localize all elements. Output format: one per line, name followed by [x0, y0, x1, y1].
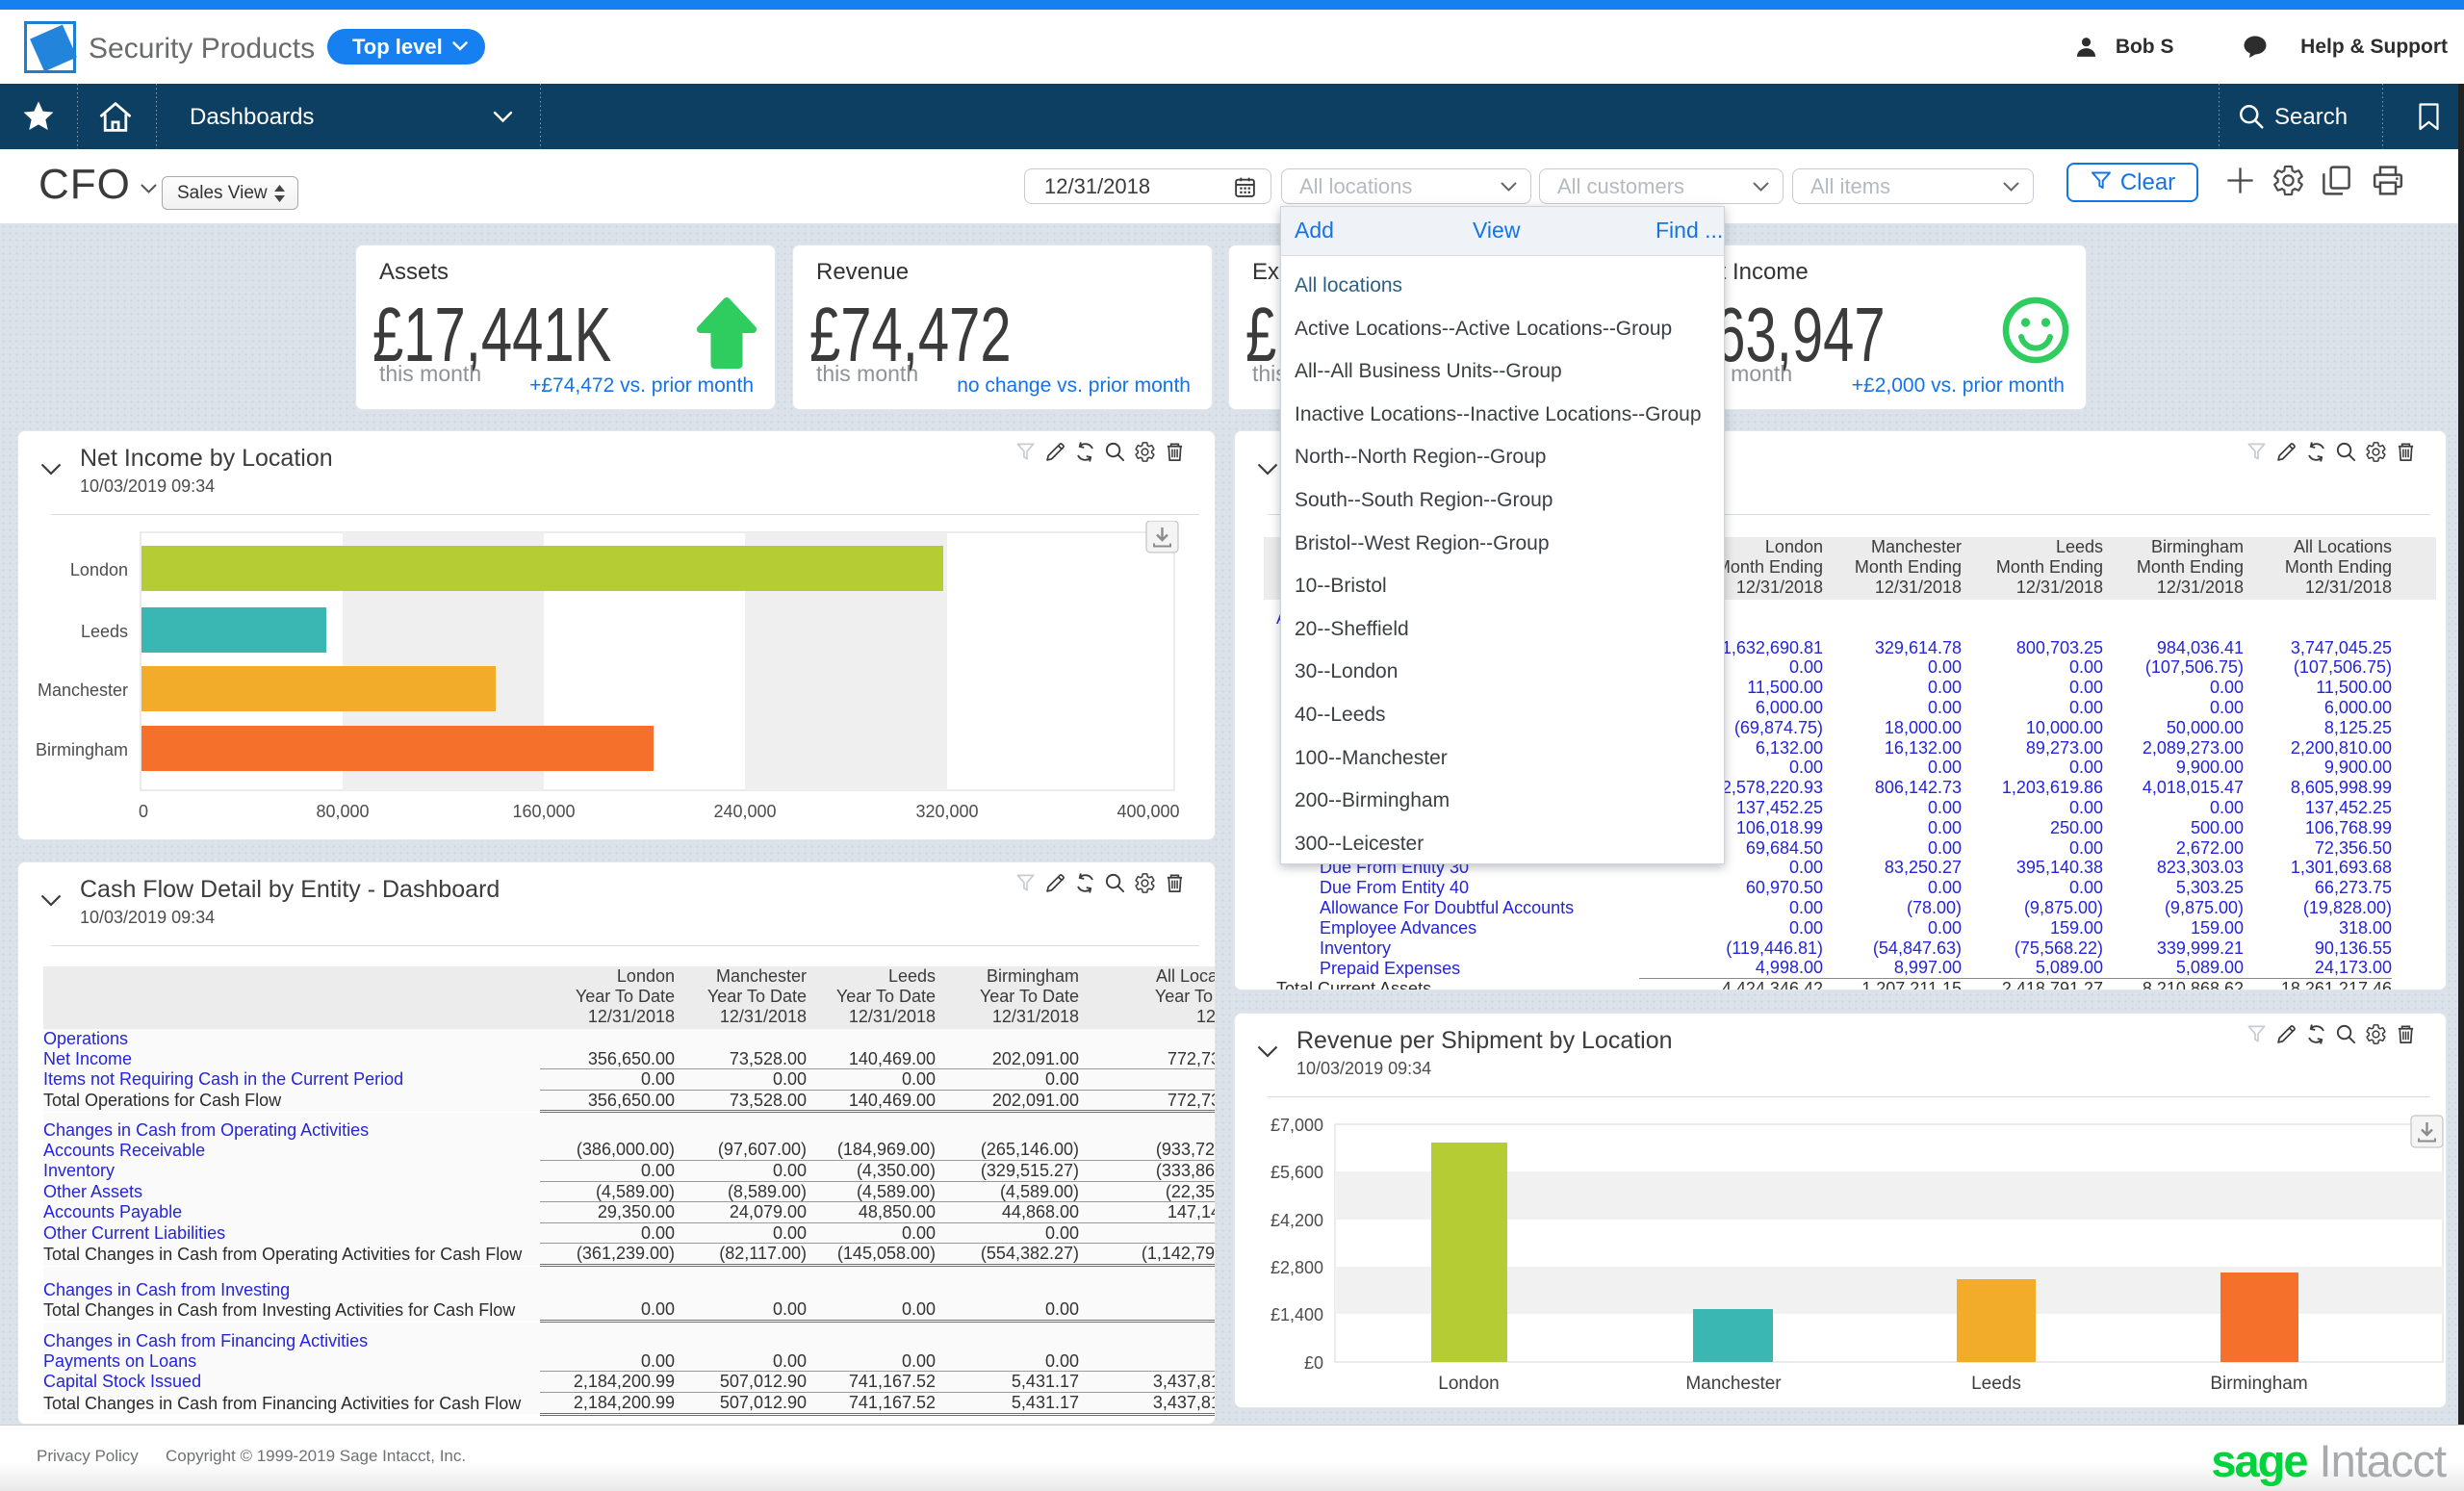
svg-text:£1,400: £1,400 [1270, 1305, 1323, 1324]
svg-text:London: London [70, 560, 128, 579]
svg-text:240,000: 240,000 [713, 802, 776, 821]
svg-text:£2,800: £2,800 [1270, 1258, 1323, 1277]
svg-text:320,000: 320,000 [915, 802, 978, 821]
svg-text:Manchester: Manchester [1685, 1374, 1782, 1394]
svg-text:0: 0 [139, 802, 148, 821]
svg-text:Leeds: Leeds [81, 622, 128, 641]
svg-text:Birmingham: Birmingham [36, 740, 128, 759]
svg-text:160,000: 160,000 [512, 802, 575, 821]
svg-text:£0: £0 [1304, 1353, 1323, 1373]
svg-text:80,000: 80,000 [316, 802, 369, 821]
svg-text:400,000: 400,000 [1116, 802, 1179, 821]
svg-text:London: London [1438, 1374, 1499, 1394]
svg-text:Manchester: Manchester [38, 681, 128, 700]
svg-text:Leeds: Leeds [1971, 1374, 2021, 1394]
svg-text:£7,000: £7,000 [1270, 1116, 1323, 1135]
svg-text:Birmingham: Birmingham [2210, 1374, 2307, 1394]
svg-text:£4,200: £4,200 [1270, 1211, 1323, 1230]
svg-text:£5,600: £5,600 [1270, 1163, 1323, 1182]
